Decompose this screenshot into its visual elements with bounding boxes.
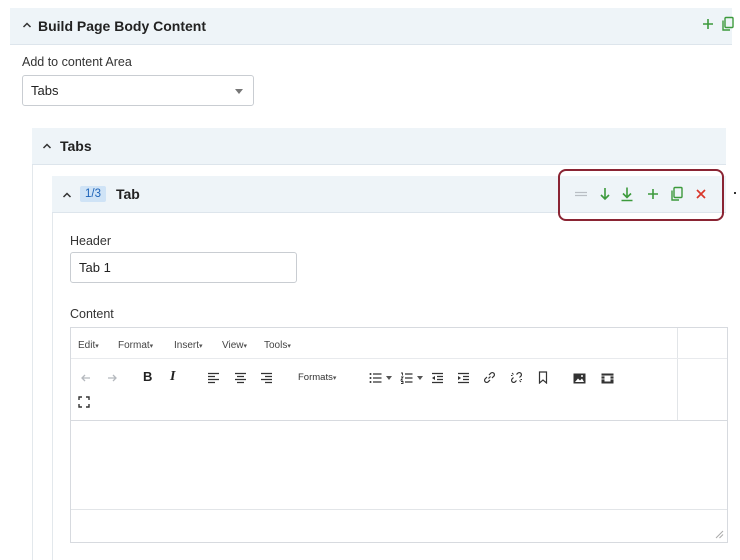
menu-format[interactable]: Format▾ [118, 340, 153, 353]
build-section-title: Build Page Body Content [38, 18, 206, 34]
bullet-list-icon[interactable] [369, 372, 382, 384]
menu-tools-label: Tools [264, 340, 288, 351]
image-icon[interactable] [573, 373, 586, 384]
plus-icon[interactable] [701, 17, 715, 31]
chevron-up-icon[interactable] [40, 139, 54, 153]
bookmark-icon[interactable] [538, 371, 548, 384]
editor-menubar-divider [71, 358, 727, 359]
caret-down-icon: ▾ [332, 375, 337, 382]
drag-handle-icon[interactable] [574, 187, 588, 201]
italic-button[interactable]: I [170, 369, 175, 385]
fullscreen-icon[interactable] [78, 396, 90, 408]
menu-insert-label: Insert [174, 340, 200, 351]
arrow-to-bottom-icon[interactable] [620, 186, 634, 202]
media-icon[interactable] [601, 373, 614, 384]
align-left-icon[interactable] [207, 372, 220, 384]
align-center-icon[interactable] [234, 372, 247, 384]
caret-down-icon[interactable] [417, 376, 423, 380]
tabs-section-title: Tabs [60, 138, 92, 154]
tabs-section-header[interactable] [32, 128, 726, 165]
close-icon[interactable] [694, 187, 708, 201]
content-area-select-value: Tabs [31, 83, 59, 98]
arrow-down-icon[interactable] [598, 186, 612, 202]
tab-item-title: Tab [116, 186, 140, 202]
copy-icon[interactable] [721, 16, 735, 32]
numbered-list-icon[interactable] [400, 372, 413, 384]
caret-down-icon: ▾ [149, 343, 154, 350]
unlink-icon[interactable] [510, 371, 523, 384]
caret-down-icon: ▾ [95, 343, 99, 350]
menu-format-label: Format [118, 340, 150, 351]
nesting-guide-line [32, 128, 33, 560]
highlight-pointer [734, 192, 736, 194]
outdent-icon[interactable] [431, 372, 444, 384]
indent-icon[interactable] [457, 372, 470, 384]
menu-tools[interactable]: Tools▾ [264, 340, 291, 353]
menu-insert[interactable]: Insert▾ [174, 340, 203, 353]
menu-edit-label: Edit [78, 340, 96, 351]
content-field-label: Content [70, 307, 114, 321]
chevron-up-icon[interactable] [20, 18, 34, 32]
redo-icon[interactable] [106, 372, 118, 384]
plus-icon[interactable] [646, 187, 660, 201]
copy-icon[interactable] [670, 186, 684, 202]
menu-view[interactable]: View▾ [222, 340, 247, 353]
menu-edit[interactable]: Edit▾ [78, 340, 99, 353]
caret-down-icon [235, 89, 243, 94]
editor-statusbar-divider [71, 509, 727, 510]
menu-view-label: View [222, 340, 244, 351]
caret-down-icon: ▾ [199, 343, 203, 350]
undo-icon[interactable] [80, 372, 92, 384]
caret-down-icon[interactable] [386, 376, 392, 380]
header-field-label: Header [70, 234, 111, 248]
bold-button[interactable]: B [143, 369, 152, 385]
header-input[interactable] [70, 252, 297, 283]
formats-dropdown[interactable]: Formats▾ [298, 372, 336, 385]
align-right-icon[interactable] [260, 372, 273, 384]
tab-counter-badge: 1/3 [80, 186, 106, 202]
resize-handle-icon[interactable] [715, 530, 724, 539]
formats-dropdown-label: Formats [298, 372, 333, 383]
chevron-up-icon[interactable] [60, 188, 74, 202]
editor-toolbar-divider [71, 420, 727, 421]
caret-down-icon: ▾ [243, 343, 248, 350]
caret-down-icon: ▾ [287, 343, 291, 350]
content-area-select[interactable]: Tabs [22, 75, 254, 106]
add-to-content-area-label: Add to content Area [22, 55, 132, 69]
link-icon[interactable] [483, 371, 496, 384]
